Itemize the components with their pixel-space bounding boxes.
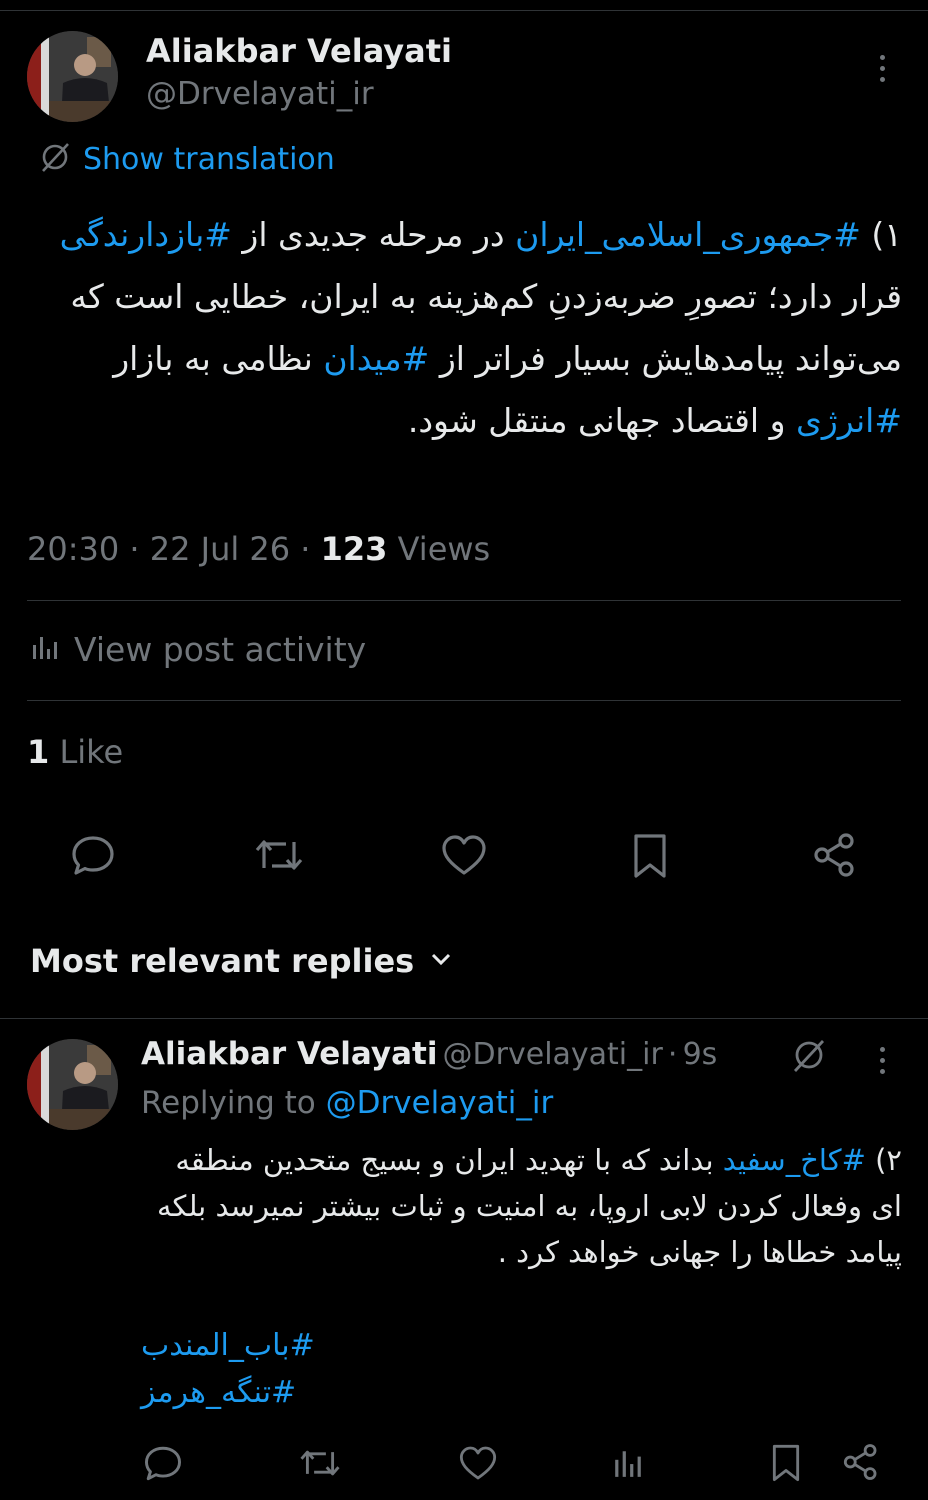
speech-bubble-icon [143, 1443, 183, 1483]
replying-to: Replying to @Drvelayati_ir [141, 1085, 553, 1121]
tweet-meta: 20:30 · 22 Jul 26 · 123 Views [27, 530, 491, 568]
hashtag-link[interactable]: #کاخ_سفید [723, 1143, 866, 1177]
author-avatar[interactable] [27, 31, 118, 122]
divider [0, 1018, 928, 1019]
hashtag-link[interactable]: #بازدارندگی [60, 215, 232, 254]
hashtag-link[interactable]: #جمهوری_اسلامی_ایران [515, 215, 861, 254]
reply-reply-button[interactable] [143, 1443, 183, 1483]
reply-header: Aliakbar Velayati @Drvelayati_ir · 9s [141, 1036, 717, 1072]
reply-hashtags: #باب_المندب #تنگه_هرمز [141, 1322, 315, 1416]
retweet-button[interactable] [254, 832, 304, 878]
speech-bubble-icon [70, 832, 116, 878]
views-count: 123 [320, 530, 388, 568]
divider [27, 700, 901, 701]
reply-share-button[interactable] [842, 1443, 880, 1481]
reply-retweet-button[interactable] [299, 1443, 341, 1483]
replying-to-handle[interactable]: @Drvelayati_ir [326, 1085, 554, 1121]
share-icon [842, 1443, 880, 1481]
share-icon [812, 832, 858, 878]
globe-slash-icon [38, 141, 71, 178]
likes-count: 1 [27, 733, 50, 771]
top-divider [0, 10, 928, 11]
replies-sort-dropdown[interactable]: Most relevant replies [30, 942, 454, 980]
author-handle[interactable]: @Drvelayati_ir [146, 76, 374, 112]
text-segment: در مرحله جدیدی از [231, 215, 516, 254]
text-segment: ۱) [860, 215, 902, 254]
reply-text: ۲) #کاخ_سفید بداند که با تهدید ایران و ب… [141, 1137, 902, 1275]
bookmark-icon [769, 1443, 803, 1483]
reply-dot: · [667, 1037, 678, 1072]
hashtag-link[interactable]: #میدان [323, 339, 429, 378]
show-translation-label: Show translation [83, 142, 335, 177]
reply-like-button[interactable] [458, 1444, 498, 1482]
bookmark-button[interactable] [630, 832, 670, 880]
view-post-activity-link[interactable]: View post activity [30, 630, 366, 669]
text-segment: نظامی به بازار [113, 339, 324, 378]
divider [27, 600, 901, 601]
reply-author-avatar[interactable] [27, 1039, 118, 1130]
retweet-icon [254, 832, 304, 878]
author-name[interactable]: Aliakbar Velayati [146, 32, 452, 70]
bar-chart-icon [612, 1446, 644, 1480]
reply-bookmark-button[interactable] [769, 1443, 803, 1483]
show-translation-link[interactable]: Show translation [38, 141, 335, 178]
text-segment: و اقتصاد جهانی منتقل شود. [407, 401, 797, 440]
views-label: Views [397, 530, 491, 568]
tweet-date[interactable]: 22 Jul 26 [150, 530, 290, 568]
tweet-text: ۱) #جمهوری_اسلامی_ایران در مرحله جدیدی ا… [40, 204, 902, 452]
globe-slash-icon[interactable] [790, 1038, 826, 1078]
reply-views-button[interactable] [612, 1446, 644, 1480]
hashtag-link[interactable]: #انرژی [796, 401, 902, 440]
reply-more-options-button[interactable] [870, 1047, 894, 1074]
share-button[interactable] [812, 832, 858, 878]
like-button[interactable] [440, 833, 488, 877]
view-post-activity-label: View post activity [74, 630, 367, 669]
heart-icon [440, 833, 488, 877]
reply-button[interactable] [70, 832, 116, 878]
bar-chart-icon [30, 633, 60, 667]
replying-to-prefix: Replying to [141, 1085, 316, 1121]
more-options-button[interactable] [870, 55, 894, 82]
likes-summary[interactable]: 1 Like [27, 733, 123, 771]
bookmark-icon [630, 832, 670, 880]
hashtag-link[interactable]: #باب_المندب [141, 1322, 315, 1369]
reply-age[interactable]: 9s [683, 1037, 718, 1072]
retweet-icon [299, 1443, 341, 1483]
text-segment: ۲) [865, 1143, 902, 1177]
reply-author-handle[interactable]: @Drvelayati_ir [443, 1037, 663, 1072]
likes-label: Like [59, 733, 124, 771]
heart-icon [458, 1444, 498, 1482]
reply-author-name[interactable]: Aliakbar Velayati [141, 1036, 437, 1072]
hashtag-link[interactable]: #تنگه_هرمز [141, 1369, 315, 1416]
replies-sort-label: Most relevant replies [30, 942, 415, 980]
chevron-down-icon [428, 946, 454, 976]
tweet-time[interactable]: 20:30 [27, 530, 119, 568]
